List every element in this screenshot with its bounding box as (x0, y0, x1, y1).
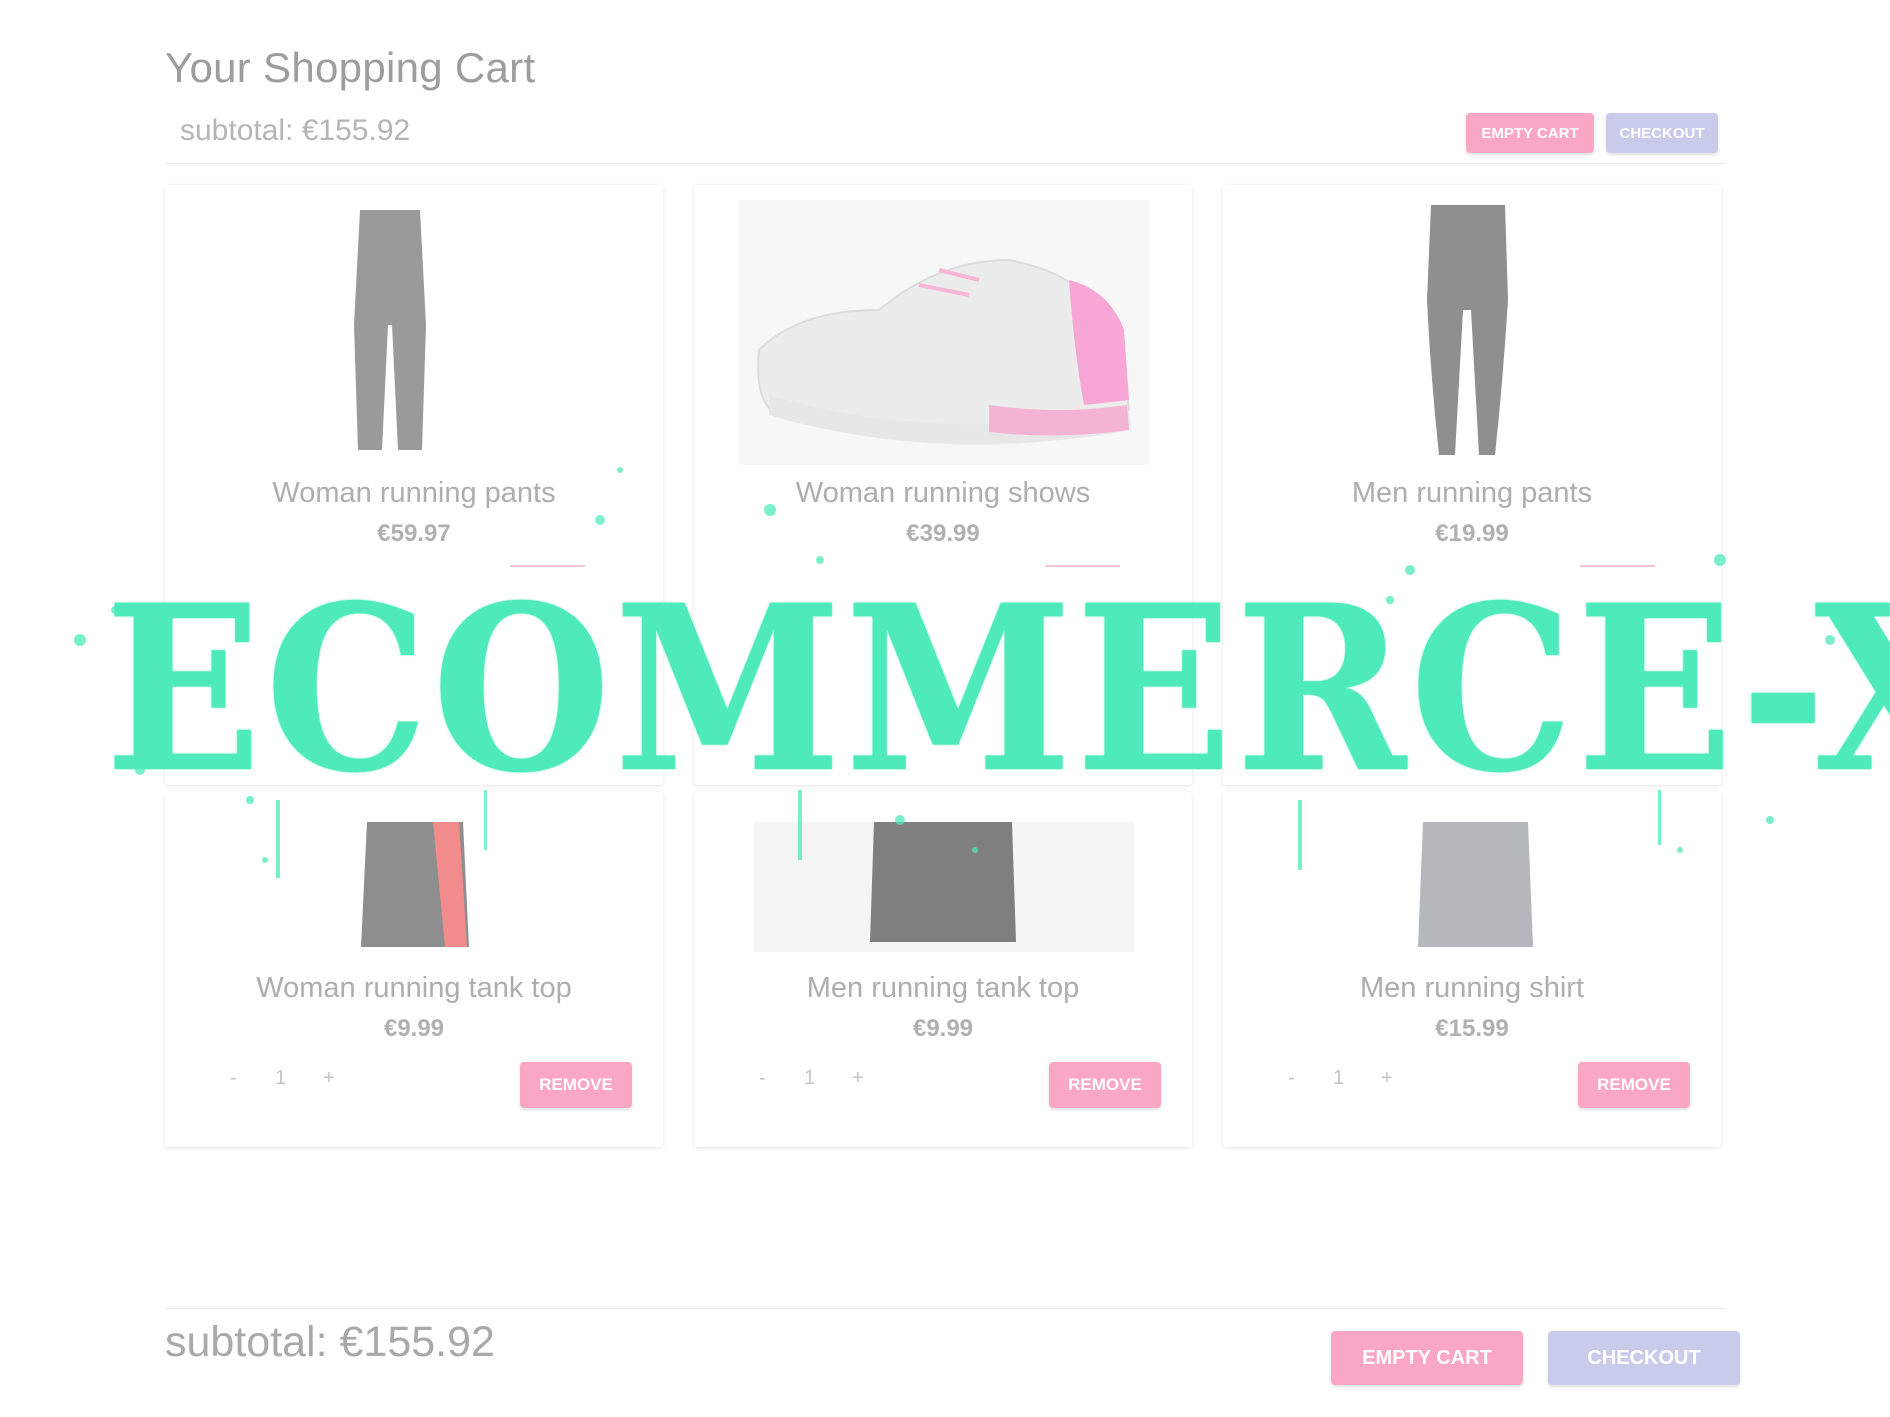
pants-icon (354, 210, 426, 450)
item-name: Men running pants (1351, 477, 1593, 509)
empty-cart-button-top[interactable]: EMPTY CART (1466, 113, 1594, 153)
item-price: €39.99 (906, 520, 980, 547)
subtotal-top: subtotal: €155.92 (180, 114, 411, 147)
remove-button-edge (1045, 565, 1120, 567)
item-price: €19.99 (1435, 520, 1509, 547)
remove-button[interactable]: REMOVE (1049, 1062, 1161, 1108)
item-price: €9.99 (912, 1015, 974, 1042)
tank-top-icon (361, 822, 469, 947)
checkout-button-bottom[interactable]: CHECKOUT (1548, 1331, 1740, 1385)
cart-item-card: Men running tank top €9.99 - 1 + REMOVE (694, 792, 1192, 1147)
remove-button-edge (1580, 565, 1655, 567)
item-name: Woman running tank top (256, 972, 572, 1004)
cart-item-card: Woman running shows €39.99 (694, 185, 1192, 785)
checkout-button-top[interactable]: CHECKOUT (1606, 113, 1718, 153)
qty-increment[interactable]: + (323, 1067, 335, 1090)
qty-decrement[interactable]: - (230, 1067, 237, 1090)
qty-value: 1 (1333, 1067, 1345, 1089)
leggings-icon (1427, 205, 1508, 455)
shirt-icon (1418, 822, 1533, 947)
item-name: Woman running pants (272, 477, 556, 509)
item-name: Men running tank top (806, 972, 1080, 1004)
item-name: Woman running shows (795, 477, 1091, 509)
cart-item-card: Men running pants €19.99 (1223, 185, 1721, 785)
remove-button-edge (510, 565, 585, 567)
qty-decrement[interactable]: - (759, 1067, 766, 1090)
footer-divider (165, 1308, 1725, 1309)
remove-button[interactable]: REMOVE (520, 1062, 632, 1108)
subtotal-bottom: subtotal: €155.92 (165, 1318, 495, 1366)
cart-page: Your Shopping Cart subtotal: €155.92 EMP… (0, 0, 1890, 1417)
cart-item-card: Men running shirt €15.99 - 1 + REMOVE (1223, 792, 1721, 1147)
cart-item-card: Woman running tank top €9.99 - 1 + REMOV… (165, 792, 663, 1147)
qty-decrement[interactable]: - (1288, 1067, 1295, 1090)
qty-increment[interactable]: + (852, 1067, 864, 1090)
tank-top-icon (754, 822, 1134, 952)
item-price: €59.97 (377, 520, 451, 547)
empty-cart-button-bottom[interactable]: EMPTY CART (1331, 1331, 1523, 1385)
qty-value: 1 (275, 1067, 287, 1089)
header-divider (165, 163, 1725, 164)
page-title: Your Shopping Cart (165, 44, 536, 91)
sneaker-icon (739, 200, 1149, 465)
item-name: Men running shirt (1359, 972, 1585, 1004)
qty-value: 1 (804, 1067, 816, 1089)
item-price: €9.99 (383, 1015, 445, 1042)
qty-increment[interactable]: + (1381, 1067, 1393, 1090)
remove-button[interactable]: REMOVE (1578, 1062, 1690, 1108)
item-price: €15.99 (1435, 1015, 1509, 1042)
cart-item-card: Woman running pants €59.97 (165, 185, 663, 785)
